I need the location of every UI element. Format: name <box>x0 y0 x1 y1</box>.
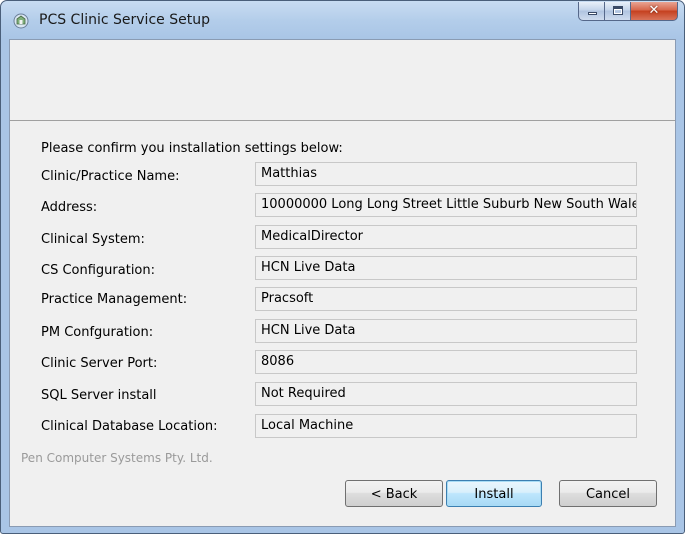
practice-management-label: Practice Management: <box>41 292 188 307</box>
settings-panel: Please confirm you installation settings… <box>10 121 675 526</box>
practice-management-field: Pracsoft <box>255 287 637 311</box>
close-icon: ✕ <box>648 3 660 18</box>
install-button[interactable]: Install <box>446 480 542 507</box>
title-bar[interactable]: PCS Clinic Service Setup ✕ <box>1 1 684 39</box>
maximize-icon <box>613 6 623 15</box>
pm-configuration-field: HCN Live Data <box>255 319 637 343</box>
address-field: 10000000 Long Long Street Little Suburb … <box>255 193 637 217</box>
clinical-system-field: MedicalDirector <box>255 225 637 249</box>
caption-buttons: ✕ <box>578 2 678 22</box>
clinical-database-location-field: Local Machine <box>255 414 637 438</box>
minimize-button[interactable] <box>578 2 605 21</box>
address-label: Address: <box>41 200 98 215</box>
cs-configuration-label: CS Configuration: <box>41 263 156 278</box>
header-banner <box>10 40 675 121</box>
setup-window: PCS Clinic Service Setup ✕ Please confir… <box>0 0 685 534</box>
clinic-server-port-field: 8086 <box>255 350 637 374</box>
cancel-button[interactable]: Cancel <box>559 480 657 507</box>
clinical-database-location-label: Clinical Database Location: <box>41 419 218 434</box>
window-title: PCS Clinic Service Setup <box>39 12 210 28</box>
company-name: Pen Computer Systems Pty. Ltd. <box>21 451 213 465</box>
cs-configuration-field: HCN Live Data <box>255 256 637 280</box>
pm-configuration-label: PM Confguration: <box>41 325 154 340</box>
maximize-button[interactable] <box>605 2 631 21</box>
back-button[interactable]: < Back <box>345 480 443 507</box>
minimize-icon <box>588 12 597 15</box>
dialog-client-area: Please confirm you installation settings… <box>9 39 676 527</box>
close-button[interactable]: ✕ <box>631 2 678 21</box>
clinic-name-field: Matthias <box>255 162 637 186</box>
clinic-name-label: Clinic/Practice Name: <box>41 169 180 184</box>
intro-text: Please confirm you installation settings… <box>41 141 343 156</box>
sql-server-install-field: Not Required <box>255 382 637 406</box>
clinical-system-label: Clinical System: <box>41 232 145 247</box>
clinic-server-port-label: Clinic Server Port: <box>41 356 158 371</box>
sql-server-install-label: SQL Server install <box>41 388 157 403</box>
installer-icon <box>13 13 29 29</box>
